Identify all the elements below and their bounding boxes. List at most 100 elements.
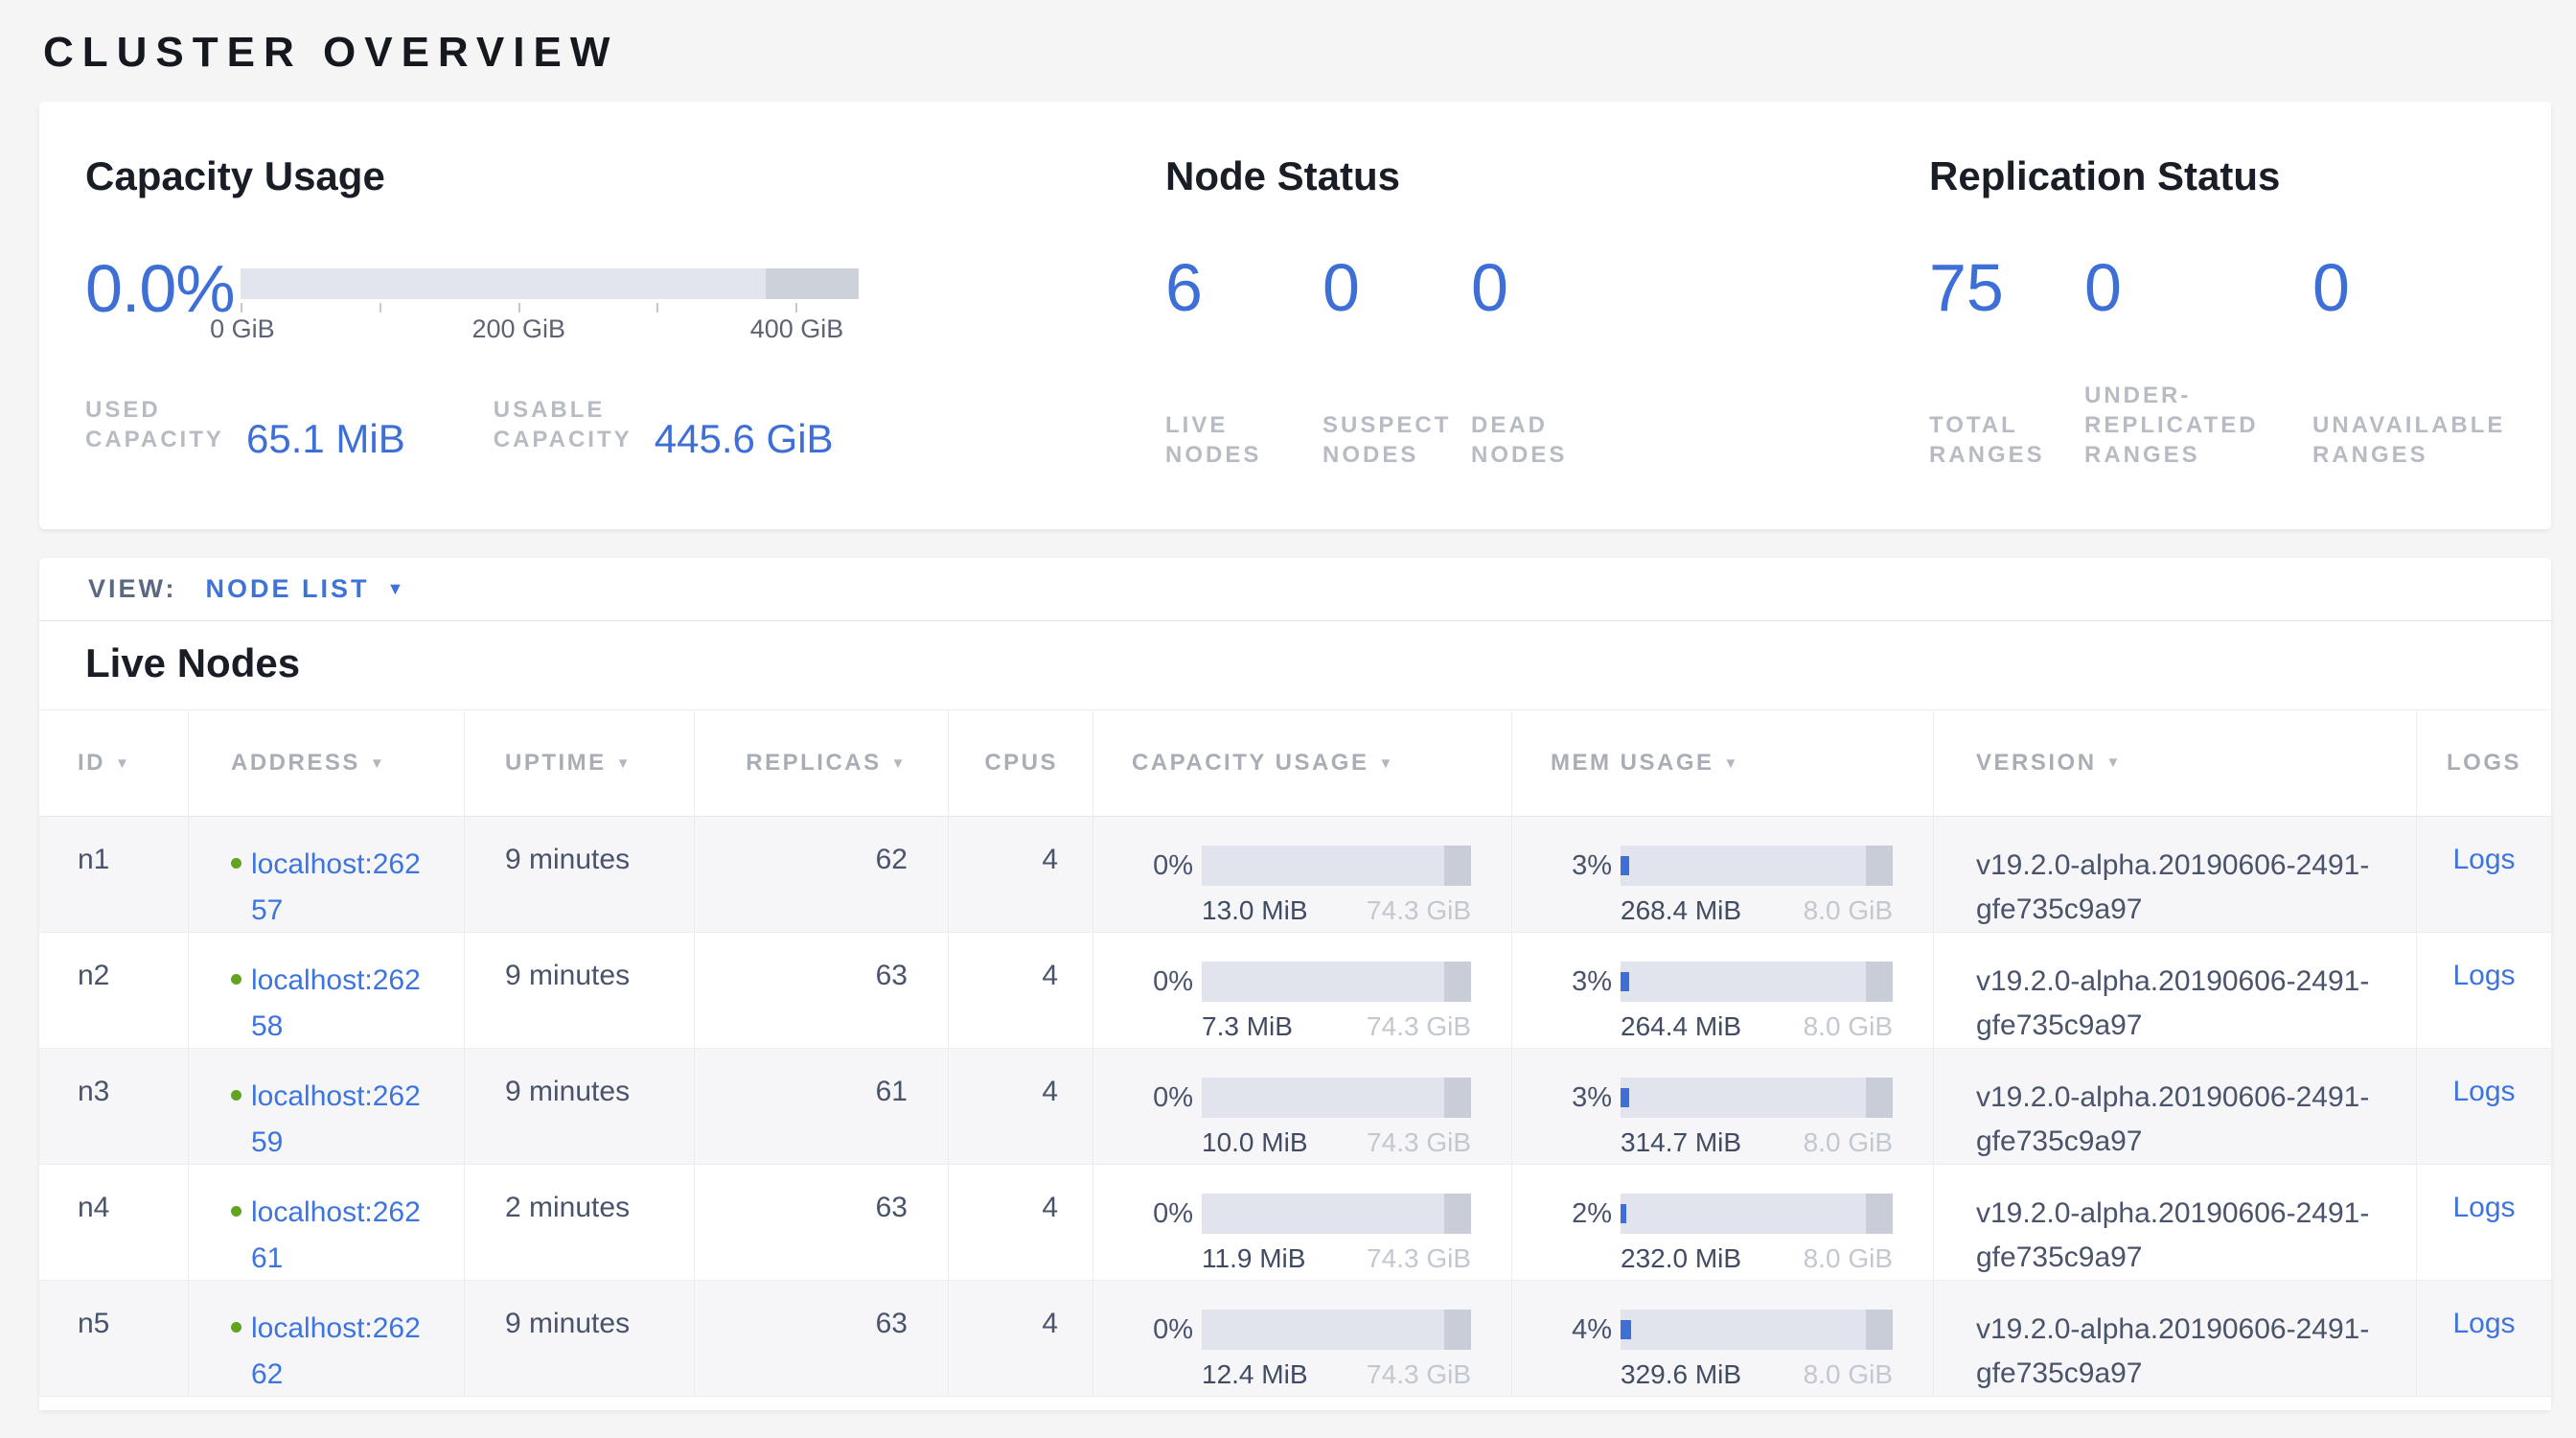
node-logs-cell: Logs <box>2417 933 2551 1048</box>
node-id-cell: n1 <box>39 817 189 932</box>
capacity-total-value: 74.3 GiB <box>1367 1243 1471 1274</box>
capacity-bar-reserved-segment <box>1444 962 1471 1002</box>
mem-total-value: 8.0 GiB <box>1804 1243 1893 1274</box>
under-replicated-ranges-count: 0 <box>2084 251 2312 324</box>
column-header-replicas[interactable]: REPLICAS ▼ <box>695 710 949 816</box>
axis-tick <box>795 303 797 313</box>
used-capacity-value: 65.1 MiB <box>246 419 405 459</box>
node-id-cell: n2 <box>39 933 189 1048</box>
mem-usage-percent: 3% <box>1551 850 1612 882</box>
axis-tick <box>656 303 658 313</box>
node-version-cell: v19.2.0-alpha.20190606-2491- gfe735c9a97 <box>1934 1165 2417 1280</box>
capacity-bar-reserved-segment <box>1444 846 1471 886</box>
live-status-dot-icon <box>231 974 242 985</box>
node-capacity-usage-cell: 0% 10.0 MiB 74.3 GiB <box>1093 1049 1512 1164</box>
node-address-link[interactable]: localhost:262 58 <box>251 958 421 1050</box>
column-header-mem-usage[interactable]: MEM USAGE ▼ <box>1512 710 1934 816</box>
capacity-bar-reserved-segment <box>1444 1078 1471 1118</box>
capacity-axis-labels: 0 GiB 200 GiB 400 GiB <box>241 314 859 345</box>
column-header-id[interactable]: ID ▼ <box>39 710 189 816</box>
used-capacity-stat: USED CAPACITY 65.1 MiB <box>85 395 405 454</box>
column-header-uptime[interactable]: UPTIME ▼ <box>465 710 695 816</box>
usable-capacity-label: USABLE CAPACITY <box>494 395 647 454</box>
mem-used-value: 314.7 MiB <box>1621 1127 1741 1158</box>
logs-link[interactable]: Logs <box>2452 1308 2515 1339</box>
mem-usage-values: 268.4 MiB 8.0 GiB <box>1621 895 1893 926</box>
usable-capacity-stat: USABLE CAPACITY 445.6 GiB <box>494 395 834 454</box>
column-header-version[interactable]: VERSION ▼ <box>1934 710 2417 816</box>
table-row: n4 localhost:262 61 2 minutes 63 4 0% 11… <box>39 1165 2551 1281</box>
logs-link[interactable]: Logs <box>2452 960 2515 991</box>
mem-total-value: 8.0 GiB <box>1804 895 1893 926</box>
axis-tick <box>241 303 242 313</box>
node-address-cell: localhost:262 58 <box>189 933 465 1048</box>
mem-usage-bar: 3% <box>1551 846 1893 886</box>
mem-bar-reserved-segment <box>1866 962 1893 1002</box>
live-nodes-stat: 6 LIVE NODES <box>1165 251 1322 470</box>
sort-desc-icon: ▼ <box>115 755 131 772</box>
node-uptime-cell: 2 minutes <box>465 1165 695 1280</box>
logs-link[interactable]: Logs <box>2452 1076 2515 1107</box>
view-selector-dropdown[interactable]: NODE LIST ▼ <box>206 574 404 604</box>
column-header-address[interactable]: ADDRESS ▼ <box>189 710 465 816</box>
suspect-nodes-stat: 0 SUSPECT NODES <box>1322 251 1471 470</box>
mem-usage-percent: 3% <box>1551 1082 1612 1114</box>
view-label: VIEW: <box>88 574 177 604</box>
node-logs-cell: Logs <box>2417 1165 2551 1280</box>
node-cpus-cell: 4 <box>949 817 1093 932</box>
capacity-usage-bar: 0% <box>1132 1310 1471 1350</box>
column-header-cpus: CPUS <box>949 710 1093 816</box>
mem-used-value: 329.6 MiB <box>1621 1359 1741 1390</box>
node-list-card: VIEW: NODE LIST ▼ Live Nodes ID ▼ ADDRES… <box>39 558 2551 1410</box>
node-id: n5 <box>78 1308 109 1339</box>
mem-usage-bar: 3% <box>1551 962 1893 1002</box>
sort-desc-icon: ▼ <box>891 755 908 772</box>
unavailable-ranges-stat: 0 UNAVAILABLE RANGES <box>2312 251 2505 470</box>
mem-bar-fill <box>1621 856 1629 875</box>
sort-desc-icon: ▼ <box>1724 755 1740 772</box>
capacity-bar-reserved-segment <box>1444 1310 1471 1350</box>
node-logs-cell: Logs <box>2417 1049 2551 1164</box>
capacity-total-value: 74.3 GiB <box>1367 1359 1471 1390</box>
sort-desc-icon: ▼ <box>370 755 386 772</box>
live-status-dot-icon <box>231 858 242 869</box>
mem-bar-fill <box>1621 972 1629 991</box>
node-mem-usage-cell: 3% 264.4 MiB 8.0 GiB <box>1512 933 1934 1048</box>
capacity-usage-bar: 0% <box>1132 1194 1471 1234</box>
mem-usage-bar: 2% <box>1551 1194 1893 1234</box>
used-capacity-label: USED CAPACITY <box>85 395 239 454</box>
mem-usage-values: 264.4 MiB 8.0 GiB <box>1621 1011 1893 1042</box>
column-header-capacity-usage[interactable]: CAPACITY USAGE ▼ <box>1093 710 1512 816</box>
logs-link[interactable]: Logs <box>2452 844 2515 875</box>
node-status-title: Node Status <box>1165 153 1929 199</box>
node-logs-cell: Logs <box>2417 817 2551 932</box>
node-address-link[interactable]: localhost:262 57 <box>251 842 421 934</box>
node-mem-usage-cell: 3% 314.7 MiB 8.0 GiB <box>1512 1049 1934 1164</box>
mem-usage-values: 232.0 MiB 8.0 GiB <box>1621 1243 1893 1274</box>
node-replicas-cell: 63 <box>695 933 949 1048</box>
logs-link[interactable]: Logs <box>2452 1192 2515 1223</box>
table-row: n1 localhost:262 57 9 minutes 62 4 0% 13… <box>39 817 2551 933</box>
sort-desc-icon: ▼ <box>1378 755 1394 772</box>
total-ranges-stat: 75 TOTAL RANGES <box>1929 251 2084 470</box>
node-version-cell: v19.2.0-alpha.20190606-2491- gfe735c9a97 <box>1934 1049 2417 1164</box>
capacity-usage-section: Capacity Usage 0.0% <box>85 153 1165 470</box>
mem-total-value: 8.0 GiB <box>1804 1127 1893 1158</box>
capacity-bar-track <box>1202 846 1471 886</box>
mem-usage-bar: 4% <box>1551 1310 1893 1350</box>
node-id: n4 <box>78 1192 109 1223</box>
node-address-link[interactable]: localhost:262 59 <box>251 1074 421 1166</box>
capacity-used-value: 12.4 MiB <box>1202 1359 1308 1390</box>
node-mem-usage-cell: 3% 268.4 MiB 8.0 GiB <box>1512 817 1934 932</box>
node-id-cell: n4 <box>39 1165 189 1280</box>
mem-bar-fill <box>1621 1088 1629 1107</box>
mem-bar-reserved-segment <box>1866 1310 1893 1350</box>
capacity-total-value: 74.3 GiB <box>1367 1127 1471 1158</box>
node-id: n2 <box>78 960 109 991</box>
node-address-link[interactable]: localhost:262 61 <box>251 1190 421 1282</box>
node-address-link[interactable]: localhost:262 62 <box>251 1306 421 1398</box>
table-header-row: ID ▼ ADDRESS ▼ UPTIME ▼ REPLICAS ▼ CPUS … <box>39 709 2551 817</box>
capacity-usage-percent: 0% <box>1132 1314 1193 1346</box>
node-version-cell: v19.2.0-alpha.20190606-2491- gfe735c9a97 <box>1934 933 2417 1048</box>
suspect-nodes-count: 0 <box>1322 251 1471 324</box>
